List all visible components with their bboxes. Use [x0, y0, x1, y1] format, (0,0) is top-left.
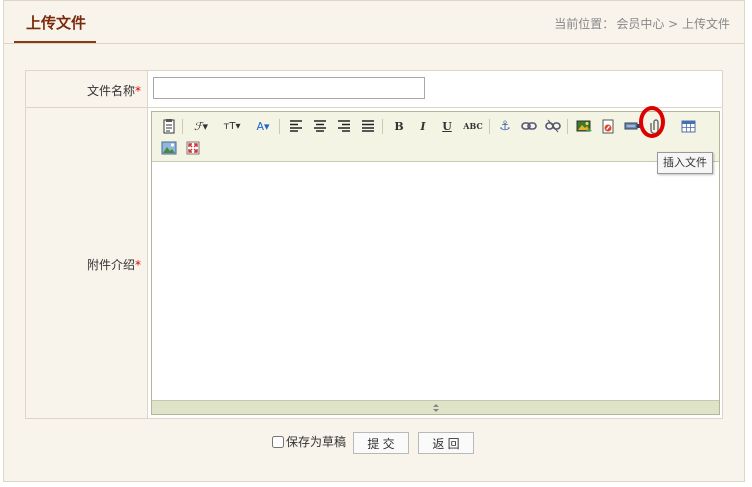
member-panel: 上传文件 当前位置： 会员中心 > 上传文件 文件名称* 附件介绍* ℱ▾ тT…	[3, 0, 745, 482]
title-underline	[14, 41, 96, 43]
breadcrumb-path[interactable]: 会员中心 > 上传文件	[616, 17, 730, 31]
upload-form: 文件名称* 附件介绍* ℱ▾ тT▾ A▾ B I U ABC ⚓ 插入文件	[25, 70, 723, 419]
breadcrumb: 当前位置： 会员中心 > 上传文件	[552, 15, 730, 32]
font-family-icon[interactable]: ℱ▾	[190, 117, 212, 135]
font-color-icon[interactable]: A▾	[252, 117, 274, 135]
form-actions: 保存为草稿 提 交 返 回	[4, 432, 744, 455]
resize-grip-icon	[432, 403, 439, 412]
editor-toolbar: ℱ▾ тT▾ A▾ B I U ABC ⚓	[152, 106, 719, 162]
save-draft-option[interactable]: 保存为草稿	[272, 433, 346, 450]
attachment-desc-label-text: 附件介绍	[86, 258, 135, 272]
insert-table-icon[interactable]	[679, 117, 697, 135]
submit-button[interactable]: 提 交	[353, 432, 409, 454]
insert-flash-icon[interactable]	[599, 117, 617, 135]
row-divider	[26, 107, 722, 108]
editor-resize-handle[interactable]	[152, 400, 719, 414]
bold-icon[interactable]: B	[390, 117, 408, 135]
page-title: 上传文件	[26, 14, 87, 32]
anchor-icon[interactable]: ⚓	[496, 117, 514, 135]
source-icon[interactable]	[160, 117, 178, 135]
file-name-label: 文件名称*	[87, 82, 141, 99]
link-icon[interactable]	[520, 117, 538, 135]
toolbar-separator	[279, 119, 280, 134]
insert-picture-icon[interactable]	[160, 139, 178, 157]
toolbar-separator	[489, 119, 490, 134]
file-name-input[interactable]	[153, 77, 425, 99]
insert-image-icon[interactable]	[575, 117, 593, 135]
toolbar-separator	[182, 119, 183, 134]
unlink-icon[interactable]	[544, 117, 562, 135]
save-draft-label: 保存为草稿	[286, 435, 347, 449]
required-mark: *	[135, 84, 141, 98]
required-mark: *	[135, 258, 141, 272]
font-size-icon[interactable]: тT▾	[220, 117, 244, 135]
editor-content-area[interactable]	[152, 162, 719, 400]
rich-text-editor: ℱ▾ тT▾ A▾ B I U ABC ⚓ 插入文件	[151, 106, 720, 415]
align-justify-icon[interactable]	[359, 117, 377, 135]
toolbar-separator	[567, 119, 568, 134]
panel-header: 上传文件 当前位置： 会员中心 > 上传文件	[4, 1, 744, 44]
align-right-icon[interactable]	[335, 117, 353, 135]
fullscreen-icon[interactable]	[184, 139, 202, 157]
italic-icon[interactable]: I	[414, 117, 432, 135]
align-center-icon[interactable]	[311, 117, 329, 135]
attachment-desc-label: 附件介绍*	[87, 256, 141, 273]
strikethrough-icon[interactable]: ABC	[462, 117, 484, 135]
insert-file-icon[interactable]	[647, 117, 665, 135]
toolbar-separator	[382, 119, 383, 134]
insert-media-icon[interactable]	[623, 117, 643, 135]
underline-icon[interactable]: U	[438, 117, 456, 135]
save-draft-checkbox[interactable]	[272, 435, 284, 448]
breadcrumb-label: 当前位置：	[554, 17, 615, 31]
insert-file-tooltip: 插入文件	[657, 152, 713, 174]
file-name-label-text: 文件名称	[86, 84, 135, 98]
back-button[interactable]: 返 回	[418, 432, 474, 454]
label-column: 文件名称* 附件介绍*	[26, 71, 148, 418]
align-left-icon[interactable]	[287, 117, 305, 135]
